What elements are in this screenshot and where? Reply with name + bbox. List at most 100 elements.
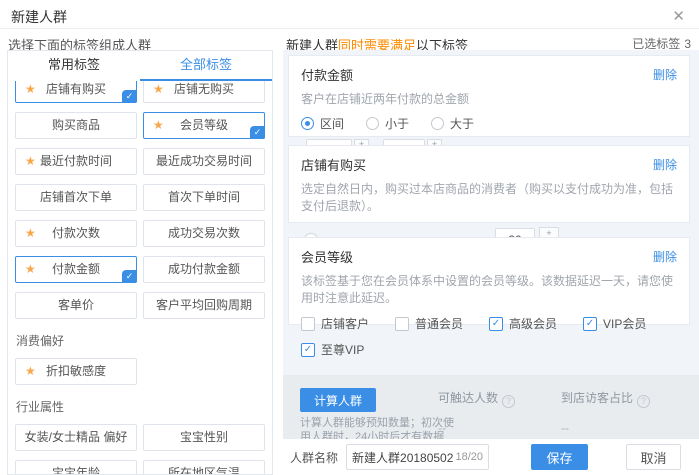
card-description: 选定自然日内，购买过本店商品的消费者（购买以支付成功为准，包括支付后退款）。 xyxy=(301,180,677,214)
tag-item[interactable]: 成功交易次数 xyxy=(143,220,265,247)
tag-item[interactable]: ★店铺无购买 xyxy=(143,81,265,103)
tag-row: ★ 店铺有购买 ✓ ★店铺无购买 xyxy=(15,81,265,103)
help-icon[interactable]: ? xyxy=(637,395,650,408)
star-icon: ★ xyxy=(25,149,36,174)
checkbox-senior-member[interactable]: ✓高级会员 xyxy=(489,315,583,332)
tag-label: 首次下单时间 xyxy=(168,190,240,204)
tag-row: ★付款金额✓ 成功付款金额 xyxy=(15,256,265,283)
tab-common-tags[interactable]: 常用标签 xyxy=(8,51,140,81)
tag-item[interactable]: 客户平均回购周期 xyxy=(143,292,265,319)
star-icon: ★ xyxy=(153,113,164,138)
check-badge-icon: ✓ xyxy=(250,126,265,139)
tag-label: 折扣敏感度 xyxy=(46,364,106,378)
selected-count-number: 3 xyxy=(684,37,691,51)
tag-item[interactable]: 店铺首次下单 xyxy=(15,184,137,211)
tag-item[interactable]: 成功付款金额 xyxy=(143,256,265,283)
audience-name-input[interactable] xyxy=(352,450,453,464)
star-icon: ★ xyxy=(25,221,36,246)
radio-option-less-than[interactable]: 小于 xyxy=(366,115,409,132)
delete-member-link[interactable]: 删除 xyxy=(653,248,677,265)
tag-label: 最近付款时间 xyxy=(40,154,112,168)
tag-label: 付款金额 xyxy=(52,262,100,276)
char-counter: 18/20 xyxy=(455,451,483,463)
checkbox-icon xyxy=(395,317,409,331)
tag-selection-panel: 常用标签 全部标签 ★ 店铺有购买 ✓ ★店铺无购买 购买商品 ★ 会员等级 ✓ ★ 最近… xyxy=(7,50,273,475)
star-icon: ★ xyxy=(25,81,36,102)
stats-section: 计算人群 计算人群能够预知数量；初次使 用人群时，24小时后才有数据 可触达人数… xyxy=(283,375,699,439)
tag-label: 客户平均回购周期 xyxy=(156,298,252,312)
tag-row: 客单价 客户平均回购周期 xyxy=(15,292,265,319)
tag-item[interactable]: 宝宝性别 xyxy=(143,424,265,451)
store-visit-ratio-stat: 到店访客占比? -- xyxy=(561,389,650,435)
radio-option-greater-than[interactable]: 大于 xyxy=(431,115,474,132)
create-audience-dialog: 新建人群 ✕ 选择下面的标签组成人群 新建人群同时需要满足以下标签 已选标签3 … xyxy=(0,0,699,475)
tag-label: 店铺有购买 xyxy=(46,82,106,96)
tag-label: 成功交易次数 xyxy=(168,226,240,240)
title-divider xyxy=(0,28,699,29)
tag-item[interactable]: 所在地区气温 xyxy=(143,460,265,474)
range-type-radio-group: 区间 小于 大于 xyxy=(301,115,677,132)
tag-label: 会员等级 xyxy=(180,118,228,132)
section-header-industry: 行业属性 xyxy=(16,398,265,415)
audience-name-box: 18/20 xyxy=(346,444,489,470)
checkbox-icon: ✓ xyxy=(301,343,315,357)
calculate-audience-button[interactable]: 计算人群 xyxy=(300,388,376,412)
star-icon: ★ xyxy=(25,257,36,282)
radio-icon xyxy=(431,117,444,130)
tag-item[interactable]: ★付款金额✓ xyxy=(15,256,137,283)
card-title: 店铺有购买 xyxy=(301,155,366,174)
tag-row: 宝宝年龄 所在地区气温 xyxy=(15,460,265,474)
tag-item[interactable]: 客单价 xyxy=(15,292,137,319)
tab-all-tags[interactable]: 全部标签 xyxy=(140,51,272,81)
tag-item[interactable]: ★ 店铺有购买 ✓ xyxy=(15,81,137,103)
tag-item[interactable]: 最近成功交易时间 xyxy=(143,148,265,175)
check-badge-icon: ✓ xyxy=(122,90,137,103)
card-title: 会员等级 xyxy=(301,247,353,266)
tag-label: 付款次数 xyxy=(52,226,100,240)
tag-label: 女装/女士精品 偏好 xyxy=(25,430,128,444)
tag-item[interactable]: ★ 最近付款时间 xyxy=(15,148,137,175)
tag-row: ★ 折扣敏感度 xyxy=(15,358,265,385)
tag-row: ★ 付款次数 成功交易次数 xyxy=(15,220,265,247)
tag-label: 最近成功交易时间 xyxy=(156,154,252,168)
star-icon: ★ xyxy=(25,359,36,384)
close-icon[interactable]: ✕ xyxy=(672,7,685,25)
tag-item[interactable]: 购买商品 xyxy=(15,112,137,139)
cancel-button[interactable]: 取消 xyxy=(626,444,681,470)
tag-item[interactable]: ★ 付款次数 xyxy=(15,220,137,247)
tag-item[interactable]: ★ 会员等级 ✓ xyxy=(143,112,265,139)
reachable-count-stat: 可触达人数? -- xyxy=(438,389,515,435)
tag-tabs: 常用标签 全部标签 xyxy=(8,51,272,81)
tag-label: 客单价 xyxy=(58,298,94,312)
checkbox-icon: ✓ xyxy=(489,317,503,331)
star-icon: ★ xyxy=(153,81,164,102)
section-header-consume: 消费偏好 xyxy=(16,332,265,349)
tag-label: 宝宝性别 xyxy=(180,430,228,444)
tag-label: 店铺首次下单 xyxy=(40,190,112,204)
radio-option-range[interactable]: 区间 xyxy=(301,115,344,132)
checkbox-vip-member[interactable]: ✓VIP会员 xyxy=(583,315,677,332)
help-icon[interactable]: ? xyxy=(502,395,515,408)
tag-item[interactable]: 女装/女士精品 偏好 xyxy=(15,424,137,451)
radio-icon xyxy=(366,117,379,130)
tag-row: 购买商品 ★ 会员等级 ✓ xyxy=(15,112,265,139)
save-button[interactable]: 保存 xyxy=(531,444,588,470)
checkbox-supreme-vip[interactable]: ✓至尊VIP xyxy=(301,341,396,358)
tag-label: 宝宝年龄 xyxy=(52,466,100,474)
checkbox-normal-member[interactable]: 普通会员 xyxy=(395,315,489,332)
tag-label: 购买商品 xyxy=(52,118,100,132)
delete-payment-link[interactable]: 删除 xyxy=(653,66,677,83)
tag-scroll-content: ★ 店铺有购买 ✓ ★店铺无购买 购买商品 ★ 会员等级 ✓ ★ 最近付款时间 最近成功交… xyxy=(15,81,265,474)
store-visit-ratio-value: -- xyxy=(561,421,650,435)
selected-tags-panel: 付款金额 删除 客户在店铺近两年付款的总金额 区间 小于 大于 + − - xyxy=(283,50,699,475)
tag-row: 女装/女士精品 偏好 宝宝性别 xyxy=(15,424,265,451)
tag-item[interactable]: ★ 折扣敏感度 xyxy=(15,358,137,385)
card-store-purchase: 店铺有购买 删除 选定自然日内，购买过本店商品的消费者（购买以支付成功为准，包括… xyxy=(288,145,690,223)
tag-item[interactable]: 宝宝年龄 xyxy=(15,460,137,474)
delete-purchase-link[interactable]: 删除 xyxy=(653,156,677,173)
dialog-title: 新建人群 xyxy=(11,7,67,27)
dialog-footer: 人群名称 18/20 保存 取消 xyxy=(283,439,699,475)
member-level-checkbox-row: ✓至尊VIP xyxy=(301,341,677,358)
tag-item[interactable]: 首次下单时间 xyxy=(143,184,265,211)
checkbox-store-customer[interactable]: 店铺客户 xyxy=(301,315,395,332)
